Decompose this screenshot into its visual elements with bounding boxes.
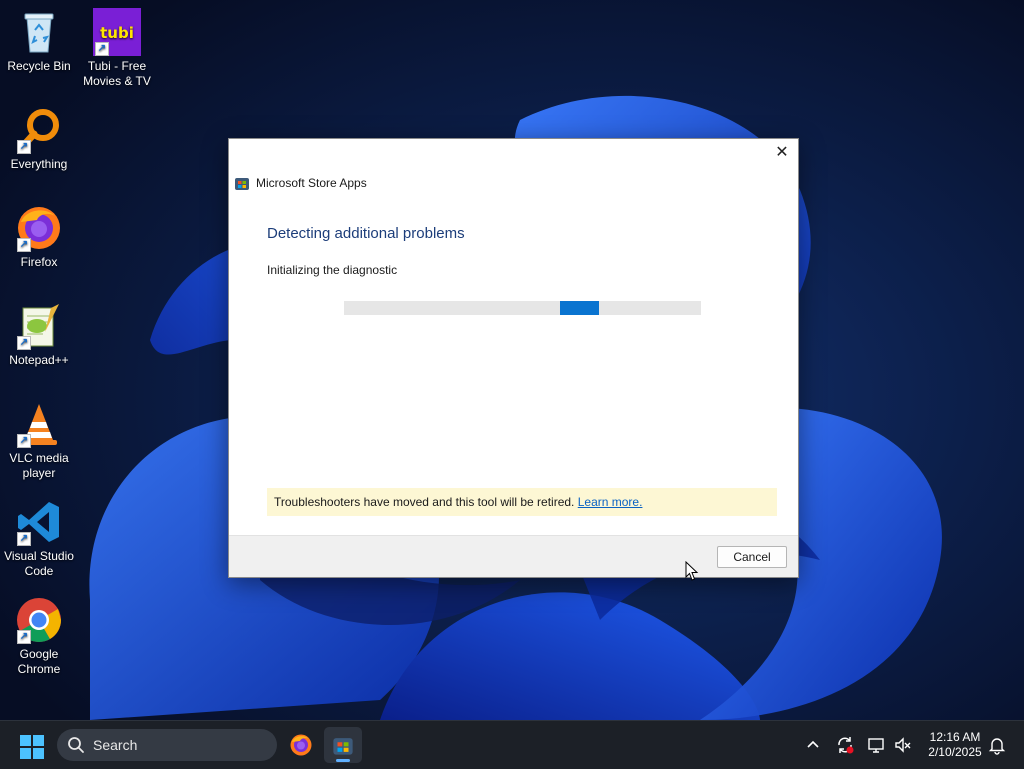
search-placeholder: Search — [93, 737, 138, 753]
chevron-up-icon[interactable] — [803, 735, 823, 755]
shortcut-arrow-icon: ↗ — [17, 434, 31, 448]
desktop-icon-vscode[interactable]: ↗ Visual Studio Code — [0, 498, 78, 579]
shortcut-arrow-icon: ↗ — [17, 238, 31, 252]
dialog-app-header: Microsoft Store Apps — [234, 175, 367, 191]
recycle-bin-icon — [15, 8, 63, 56]
firefox-icon: ↗ — [15, 204, 63, 252]
notepad-plus-plus-icon: ↗ — [15, 302, 63, 350]
cancel-button[interactable]: Cancel — [717, 546, 787, 568]
taskbar-search-box[interactable]: Search — [57, 729, 277, 761]
dialog-heading: Detecting additional problems — [267, 225, 465, 242]
clock-date: 2/10/2025 — [928, 745, 982, 759]
progress-indicator — [560, 301, 599, 315]
desktop-icon-recycle-bin[interactable]: Recycle Bin — [0, 8, 78, 74]
dialog-app-name: Microsoft Store Apps — [256, 176, 367, 190]
windows-start-icon[interactable] — [19, 734, 45, 760]
desktop-icon-vlc[interactable]: ↗ VLC media player — [0, 400, 78, 481]
retirement-notice: Troubleshooters have moved and this tool… — [267, 488, 777, 516]
desktop-icon-label: Visual Studio Code — [4, 549, 74, 578]
active-app-indicator — [336, 759, 350, 762]
status-text: Initializing the diagnostic — [267, 263, 398, 277]
vscode-icon: ↗ — [15, 498, 63, 546]
firefox-icon — [290, 734, 312, 756]
volume-muted-icon[interactable] — [893, 735, 913, 755]
taskbar-clock[interactable]: 12:16 AM 2/10/2025 — [915, 730, 995, 760]
shortcut-arrow-icon: ↗ — [17, 336, 31, 350]
taskbar-firefox-button[interactable] — [282, 727, 320, 763]
tubi-logo-text: tubi — [100, 24, 134, 42]
everything-search-icon: ↗ — [15, 106, 63, 154]
notice-text: Troubleshooters have moved and this tool… — [274, 495, 575, 509]
desktop-icon-label: Tubi - Free Movies & TV — [83, 59, 151, 88]
sync-alert-icon[interactable] — [835, 735, 855, 755]
microsoft-store-icon — [333, 738, 353, 755]
desktop-icon-chrome[interactable]: ↗ Google Chrome — [0, 596, 78, 677]
microsoft-store-icon — [235, 178, 249, 190]
vlc-icon: ↗ — [15, 400, 63, 448]
desktop-icon-label: Notepad++ — [9, 353, 69, 367]
desktop-icon-label: Everything — [10, 157, 68, 171]
mouse-cursor-icon — [685, 561, 699, 581]
chrome-icon: ↗ — [15, 596, 63, 644]
taskbar-store-button[interactable] — [324, 727, 362, 763]
shortcut-arrow-icon: ↗ — [95, 42, 109, 56]
shortcut-arrow-icon: ↗ — [17, 532, 31, 546]
notification-bell-icon[interactable] — [987, 735, 1007, 755]
clock-time: 12:16 AM — [929, 730, 981, 744]
dialog-footer: Cancel — [229, 535, 798, 577]
shortcut-arrow-icon: ↗ — [17, 630, 31, 644]
desktop-icon-firefox[interactable]: ↗ Firefox — [0, 204, 78, 270]
search-icon — [68, 737, 84, 753]
desktop-icon-tubi[interactable]: tubi ↗ Tubi - Free Movies & TV — [78, 8, 156, 89]
progress-bar — [344, 301, 701, 315]
desktop-icon-notepad-plus-plus[interactable]: ↗ Notepad++ — [0, 302, 78, 368]
desktop-icon-label: Firefox — [20, 255, 58, 269]
desktop-icon-label: Google Chrome — [17, 647, 61, 676]
close-button[interactable]: ✕ — [766, 139, 798, 167]
desktop-icon-label: VLC media player — [9, 451, 69, 480]
tubi-icon: tubi ↗ — [93, 8, 141, 56]
desktop-icon-label: Recycle Bin — [7, 59, 71, 73]
taskbar: Search 12:16 AM 2/10/2025 — [0, 720, 1024, 769]
network-icon[interactable] — [867, 735, 887, 755]
desktop-icon-everything[interactable]: ↗ Everything — [0, 106, 78, 172]
troubleshooter-dialog: ✕ Microsoft Store Apps Detecting additio… — [228, 138, 799, 578]
learn-more-link[interactable]: Learn more. — [578, 495, 643, 509]
shortcut-arrow-icon: ↗ — [17, 140, 31, 154]
